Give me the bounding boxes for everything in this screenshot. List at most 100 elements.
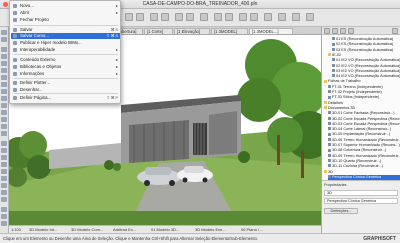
- navigator-view-item[interactable]: 01 IE2 VO (Reconstrução Automática): [332, 58, 400, 63]
- navigator-view-item[interactable]: FT-02 Projeto (Independente): [328, 90, 400, 95]
- settings-button[interactable]: Definições...: [324, 208, 358, 214]
- arrow-tool-icon[interactable]: [1, 30, 7, 35]
- door-tool-icon[interactable]: [1, 103, 7, 108]
- navigator-folder[interactable]: Detalhes: [324, 101, 400, 106]
- view-name-field[interactable]: Perspectiva Cônica Genérica: [324, 198, 398, 204]
- arc-tool-icon[interactable]: [1, 176, 7, 181]
- column-tool-icon[interactable]: [1, 54, 7, 59]
- navigator-folder[interactable]: Documentos 3D: [324, 106, 400, 111]
- menu-item[interactable]: Definir Página... ⇧ ⌘ P: [11, 95, 120, 101]
- settings-icon[interactable]: [306, 13, 314, 21]
- stair-tool-icon[interactable]: [1, 75, 7, 80]
- menu-shortcut: ⇧ ⌘ S: [106, 34, 118, 38]
- marquee-tool-icon[interactable]: [1, 37, 7, 42]
- navigator-view-item[interactable]: 02 ES (Reconstrução Automática): [332, 42, 400, 47]
- redo-icon[interactable]: [136, 13, 144, 21]
- navigator-view-item[interactable]: FT-03 Sítios (Independente): [328, 95, 400, 100]
- label-tool-icon[interactable]: [1, 155, 7, 160]
- menu-item[interactable]: Fechar Projeto: [11, 17, 120, 23]
- viewbar-item[interactable]: 1:100: [11, 227, 21, 232]
- window-tool-icon[interactable]: [1, 110, 7, 115]
- zoom-in-icon[interactable]: [239, 13, 247, 21]
- select-icon[interactable]: [150, 13, 158, 21]
- navigator-view-item[interactable]: 3D-08 Cobertura (Reconstruir...): [328, 148, 400, 153]
- pen-set-icon[interactable]: [175, 13, 183, 21]
- hotspot-tool-icon[interactable]: [1, 197, 7, 202]
- navigator-view-item[interactable]: 3D-07 Superior Humanizado (Recons...): [328, 143, 400, 148]
- navigator-view-item[interactable]: FT-01 Terreno (Independente): [328, 85, 400, 90]
- viewbar-item[interactable]: 3D Modelo Int...: [29, 227, 57, 232]
- camera-tool-icon[interactable]: [1, 207, 7, 212]
- navigator-view-item[interactable]: 03 ES (Reconstrução Automática): [332, 48, 400, 53]
- navigator-view-item[interactable]: 3D-03 Corte Escada Perspectiva (Recons..…: [328, 122, 400, 127]
- section-tool-icon[interactable]: [1, 214, 7, 219]
- teamwork-icon[interactable]: [278, 13, 286, 21]
- roof-tool-icon[interactable]: [1, 89, 7, 94]
- navigator-folder[interactable]: 3D: [324, 170, 400, 175]
- mesh-tool-icon[interactable]: [1, 131, 7, 136]
- menu-item[interactable]: Salvar Como... ⇧ ⌘ S: [11, 33, 120, 39]
- tab-7[interactable]: [1 3MODEL...]: [249, 28, 293, 34]
- tab-6[interactable]: [1 3MODEL]: [211, 28, 248, 34]
- menu-item[interactable]: Publicar e Hiper modelo BIMx...: [11, 40, 120, 46]
- project-map-icon[interactable]: [324, 28, 330, 34]
- publish-icon[interactable]: [292, 13, 300, 21]
- undo-icon[interactable]: [125, 13, 133, 21]
- navigator-options-icon[interactable]: [392, 28, 398, 34]
- menu-item[interactable]: Desenhar...: [11, 87, 120, 93]
- renovation-icon[interactable]: [200, 13, 208, 21]
- navigator-view-item[interactable]: 3D-10 Quarto (Reconstruir...): [328, 159, 400, 164]
- menu-item[interactable]: Novo... ▸: [11, 3, 120, 9]
- menu-item[interactable]: Informações ▸: [11, 71, 120, 77]
- navigator-view-item[interactable]: 03 IE2 VO (Reconstrução Automática): [332, 69, 400, 74]
- navigator-view-item[interactable]: 01 ES (Reconstrução Automática): [332, 37, 400, 42]
- navigator-folder[interactable]: IE-02: [328, 53, 400, 58]
- railing-tool-icon[interactable]: [1, 82, 7, 87]
- tab-4[interactable]: [1 Corte]: [144, 28, 173, 34]
- navigator-folder[interactable]: Folhas de Trabalho: [324, 79, 400, 84]
- viewbar-item[interactable]: 3D Modelo Exe...: [195, 227, 226, 232]
- layout-book-icon[interactable]: [340, 28, 346, 34]
- menu-item[interactable]: Interoperabilidade ▸: [11, 47, 120, 53]
- menu-item[interactable]: Bibliotecas e Objetos ▸: [11, 64, 120, 70]
- wall-tool-icon[interactable]: [1, 47, 7, 52]
- navigator-view-item[interactable]: 3D-01 Corte Fachada (Reconstruir...): [328, 111, 400, 116]
- navigator-view-item[interactable]: 3D-06 Térreo Humanizado (Reconstruir...): [328, 138, 400, 143]
- shell-tool-icon[interactable]: [1, 96, 7, 101]
- dimension-tool-icon[interactable]: [1, 141, 7, 146]
- tab-5[interactable]: [1 Elevação]: [174, 28, 210, 34]
- fit-window-icon[interactable]: [264, 13, 272, 21]
- navigator-view-item[interactable]: 3D-04 Corte Lateral (Reconstruir...): [328, 127, 400, 132]
- navigator-view-item[interactable]: 3D-09 Térreo Humanizado (Reconstruir...): [328, 154, 400, 159]
- navigator-view-item[interactable]: 04 IE2 VO (Reconstrução Automática): [332, 74, 400, 79]
- view-id-field[interactable]: 3D: [324, 190, 398, 196]
- navigator-view-item[interactable]: 3D-11 Cozinha (Reconstruir...): [328, 164, 400, 169]
- menu-item[interactable]: Abrir ▸: [11, 10, 120, 16]
- orbit-icon[interactable]: [225, 13, 233, 21]
- zoom-out-icon[interactable]: [250, 13, 258, 21]
- menu-item[interactable]: Conteúdo Externo ▸: [11, 57, 120, 63]
- viewbar-item[interactable]: 06 Plano / ...: [241, 227, 263, 232]
- object-tool-icon[interactable]: [1, 117, 7, 122]
- viewbar-item[interactable]: 01 Modelo 3D...: [151, 227, 179, 232]
- navigator-view-item[interactable]: 02 IE2 VO (Reconstrução Automática): [332, 64, 400, 69]
- beam-tool-icon[interactable]: [1, 61, 7, 66]
- viewbar-item[interactable]: 3D Modelo Com...: [71, 227, 103, 232]
- view-map-icon[interactable]: [332, 28, 338, 34]
- navigator-view-item[interactable]: 3D-02 Corte Escada Perspectiva (Recons..…: [328, 117, 400, 122]
- menu-item[interactable]: Definir Plotter...: [11, 80, 120, 86]
- navigator-view-item[interactable]: 3D-05 Implantação (Reconstruir...): [328, 132, 400, 137]
- publisher-sets-icon[interactable]: [348, 28, 354, 34]
- fill-tool-icon[interactable]: [1, 162, 7, 167]
- spline-tool-icon[interactable]: [1, 190, 7, 195]
- line-tool-icon[interactable]: [1, 169, 7, 174]
- polyline-tool-icon[interactable]: [1, 183, 7, 188]
- zone-tool-icon[interactable]: [1, 124, 7, 129]
- text-tool-icon[interactable]: [1, 148, 7, 153]
- layer-icon[interactable]: [186, 13, 194, 21]
- marquee-icon[interactable]: [161, 13, 169, 21]
- viewbar-item[interactable]: Arbitrad Ex...: [113, 227, 136, 232]
- slab-tool-icon[interactable]: [1, 68, 7, 73]
- 3d-view-icon[interactable]: [214, 13, 222, 21]
- elevation-tool-icon[interactable]: [1, 221, 7, 226]
